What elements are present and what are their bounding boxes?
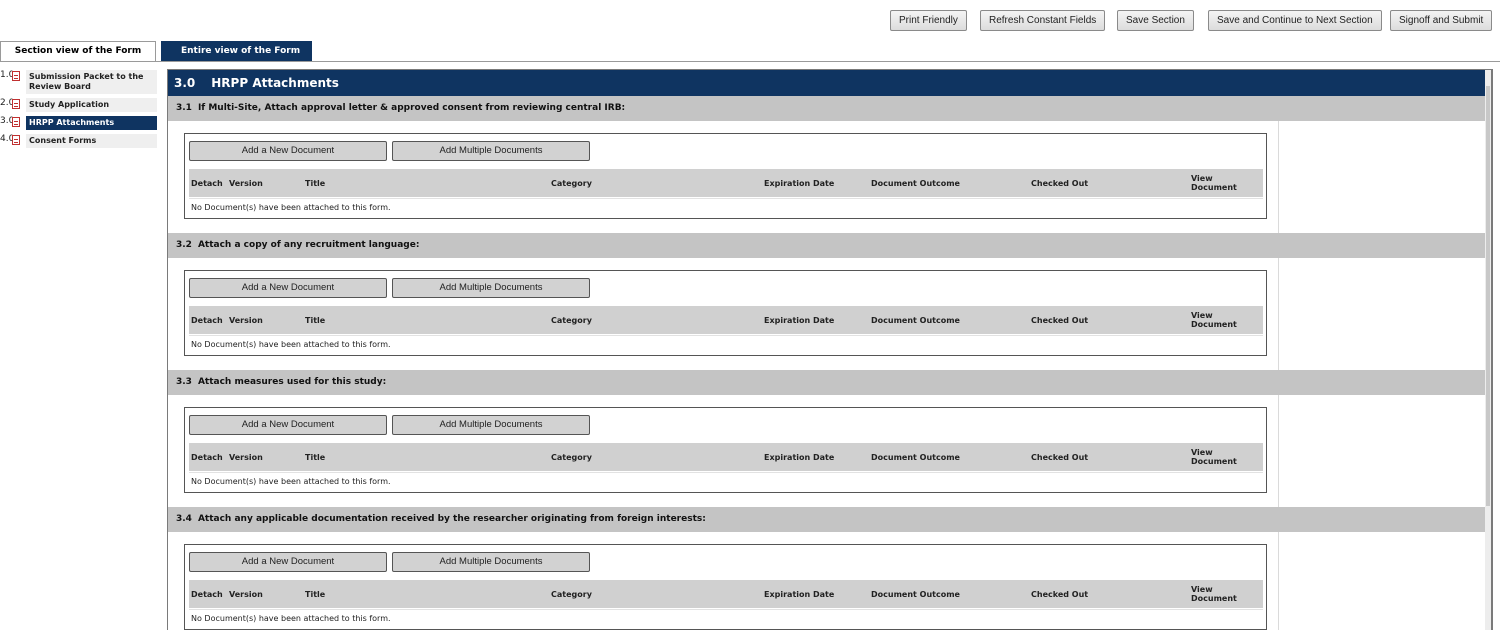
- column-divider: [1278, 532, 1279, 630]
- empty-documents-row: No Document(s) have been attached to thi…: [189, 335, 1263, 352]
- nav-item-number: 2.0: [0, 98, 15, 108]
- nav-item-number: 1.0: [0, 70, 15, 80]
- add-multiple-documents-button[interactable]: Add Multiple Documents: [392, 141, 590, 161]
- signoff-submit-button[interactable]: Signoff and Submit: [1390, 10, 1493, 31]
- print-friendly-button[interactable]: Print Friendly: [890, 10, 967, 31]
- column-header: View Document: [1191, 174, 1237, 192]
- nav-item-label[interactable]: HRPP Attachments: [26, 116, 157, 130]
- column-header: Document Outcome: [871, 178, 960, 188]
- question-number: 3.4: [176, 514, 192, 524]
- question-body: Add a New Document Add Multiple Documents…: [168, 395, 1491, 507]
- document-icon: [12, 70, 26, 83]
- column-header: View Document: [1191, 311, 1237, 329]
- form-main-panel: 3.0 HRPP Attachments 3.1 If Multi-Site, At…: [167, 69, 1493, 630]
- column-header: Category: [551, 315, 592, 325]
- attachment-box: Add a New Document Add Multiple Documents…: [184, 133, 1267, 219]
- column-header: Document Outcome: [871, 452, 960, 462]
- empty-documents-row: No Document(s) have been attached to thi…: [189, 609, 1263, 626]
- column-header: Checked Out: [1031, 452, 1089, 462]
- documents-table-header: Detach Version Title Category Expiration Dat…: [189, 169, 1263, 197]
- column-divider: [1278, 121, 1279, 233]
- add-multiple-documents-button[interactable]: Add Multiple Documents: [392, 278, 590, 298]
- column-header: Category: [551, 589, 592, 599]
- section-title: HRPP Attachments: [211, 76, 339, 90]
- nav-item[interactable]: 1.0 Submission Packet to the Review Board: [0, 70, 157, 94]
- nav-item[interactable]: 4.0 Consent Forms: [0, 134, 157, 148]
- nav-item[interactable]: 3.0 HRPP Attachments: [0, 116, 157, 130]
- empty-documents-row: No Document(s) have been attached to thi…: [189, 198, 1263, 215]
- column-header: Title: [305, 315, 326, 325]
- attachment-box: Add a New Document Add Multiple Documents…: [184, 544, 1267, 630]
- nav-item-number: 4.0: [0, 134, 15, 144]
- documents-table-header: Detach Version Title Category Expiration Dat…: [189, 443, 1263, 471]
- add-new-document-button[interactable]: Add a New Document: [189, 552, 387, 572]
- document-icon: [12, 98, 26, 111]
- nav-item-number: 3.0: [0, 116, 15, 126]
- column-header: Expiration Date: [764, 178, 835, 188]
- section-nav: 1.0 Submission Packet to the Review Board…: [0, 70, 157, 152]
- attachment-box: Add a New Document Add Multiple Documents…: [184, 407, 1267, 493]
- documents-table-header: Detach Version Title Category Expiration Dat…: [189, 306, 1263, 334]
- column-header: Document Outcome: [871, 589, 960, 599]
- question-text: If Multi-Site, Attach approval letter & …: [197, 103, 626, 113]
- column-header: Checked Out: [1031, 589, 1089, 599]
- question-number: 3.1: [176, 103, 192, 113]
- column-divider: [1278, 258, 1279, 370]
- question-bar: 3.4 Attach any applicable documentation r…: [168, 507, 1491, 532]
- scrollbar-thumb[interactable]: [1486, 86, 1490, 506]
- question-text: Attach measures used for this study:: [197, 377, 387, 387]
- question-number: 3.2: [176, 240, 192, 250]
- column-header: Title: [305, 589, 326, 599]
- add-new-document-button[interactable]: Add a New Document: [189, 278, 387, 298]
- main-scrollbar[interactable]: [1485, 70, 1491, 630]
- add-new-document-button[interactable]: Add a New Document: [189, 415, 387, 435]
- question-text: Attach a copy of any recruitment languag…: [197, 240, 420, 250]
- column-header: Checked Out: [1031, 315, 1089, 325]
- nav-item-label[interactable]: Submission Packet to the Review Board: [26, 70, 157, 94]
- question-number: 3.3: [176, 377, 192, 387]
- attachment-box: Add a New Document Add Multiple Documents…: [184, 270, 1267, 356]
- column-header: Document Outcome: [871, 315, 960, 325]
- column-header: Category: [551, 452, 592, 462]
- document-icon: [12, 134, 26, 147]
- nav-item-label[interactable]: Study Application: [26, 98, 157, 112]
- column-header: Title: [305, 452, 326, 462]
- column-header: Category: [551, 178, 592, 188]
- empty-documents-row: No Document(s) have been attached to thi…: [189, 472, 1263, 489]
- question-bar: 3.2 Attach a copy of any recruitment lang…: [168, 233, 1491, 258]
- documents-table-header: Detach Version Title Category Expiration Dat…: [189, 580, 1263, 608]
- add-multiple-documents-button[interactable]: Add Multiple Documents: [392, 552, 590, 572]
- column-header: Expiration Date: [764, 589, 835, 599]
- section-number: 3.0: [174, 76, 196, 90]
- add-multiple-documents-button[interactable]: Add Multiple Documents: [392, 415, 590, 435]
- question-text: Attach any applicable documentation rece…: [197, 514, 706, 524]
- question-body: Add a New Document Add Multiple Documents…: [168, 258, 1491, 370]
- section-header: 3.0 HRPP Attachments: [168, 70, 1491, 96]
- save-continue-button[interactable]: Save and Continue to Next Section: [1208, 10, 1382, 31]
- form-toolbar: Print Friendly Refresh Constant Fields S…: [0, 10, 1493, 31]
- add-new-document-button[interactable]: Add a New Document: [189, 141, 387, 161]
- document-icon: [12, 116, 26, 129]
- view-tabs: Section view of the Form Entire view of …: [0, 41, 1500, 62]
- refresh-constant-fields-button[interactable]: Refresh Constant Fields: [980, 10, 1106, 31]
- question-body: Add a New Document Add Multiple Documents…: [168, 532, 1491, 630]
- question-body: Add a New Document Add Multiple Documents…: [168, 121, 1491, 233]
- question-bar: 3.3 Attach measures used for this study:: [168, 370, 1491, 395]
- column-header: View Document: [1191, 585, 1237, 603]
- column-header: Expiration Date: [764, 452, 835, 462]
- save-section-button[interactable]: Save Section: [1117, 10, 1194, 31]
- column-header: Checked Out: [1031, 178, 1089, 188]
- question-bar: 3.1 If Multi-Site, Attach approval letter…: [168, 96, 1491, 121]
- nav-item[interactable]: 2.0 Study Application: [0, 98, 157, 112]
- tab-section-view[interactable]: Section view of the Form: [0, 41, 156, 62]
- column-header: Expiration Date: [764, 315, 835, 325]
- column-header: Title: [305, 178, 326, 188]
- tab-entire-view[interactable]: Entire view of the Form: [161, 41, 312, 61]
- tab-divider: [0, 61, 1500, 62]
- column-header: View Document: [1191, 448, 1237, 466]
- column-divider: [1278, 395, 1279, 507]
- question-list: 3.1 If Multi-Site, Attach approval letter…: [168, 96, 1491, 630]
- nav-item-label[interactable]: Consent Forms: [26, 134, 157, 148]
